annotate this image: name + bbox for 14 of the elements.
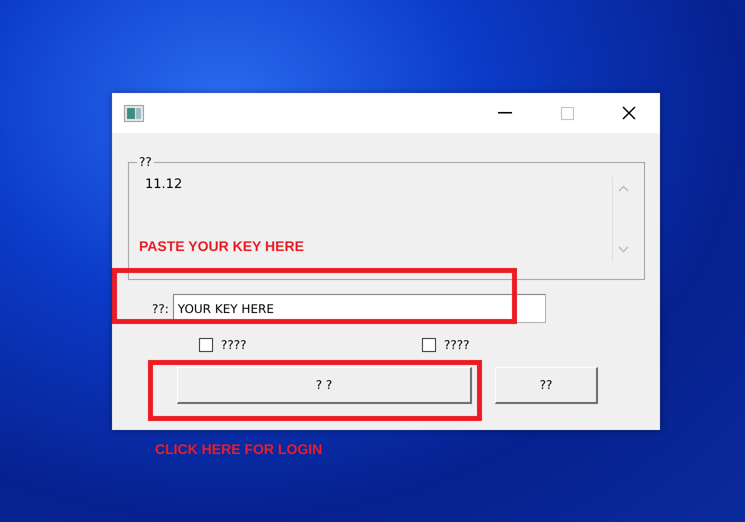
checkbox-label: ????	[221, 338, 246, 352]
output-text: 11.12	[145, 177, 182, 192]
secondary-button[interactable]: ??	[495, 367, 598, 404]
close-icon[interactable]	[622, 106, 636, 120]
checkbox-label: ????	[444, 338, 470, 352]
annotation-text: CLICK HERE FOR LOGIN	[155, 441, 322, 457]
app-icon	[124, 104, 144, 122]
annotation-text: PASTE YOUR KEY HERE	[139, 238, 304, 254]
checkbox[interactable]	[422, 338, 436, 352]
key-label: ??:	[152, 302, 169, 316]
checkbox[interactable]	[199, 338, 213, 352]
group-title: ??	[138, 155, 153, 169]
minimize-icon[interactable]	[498, 112, 512, 114]
login-button[interactable]: ? ?	[177, 367, 472, 404]
